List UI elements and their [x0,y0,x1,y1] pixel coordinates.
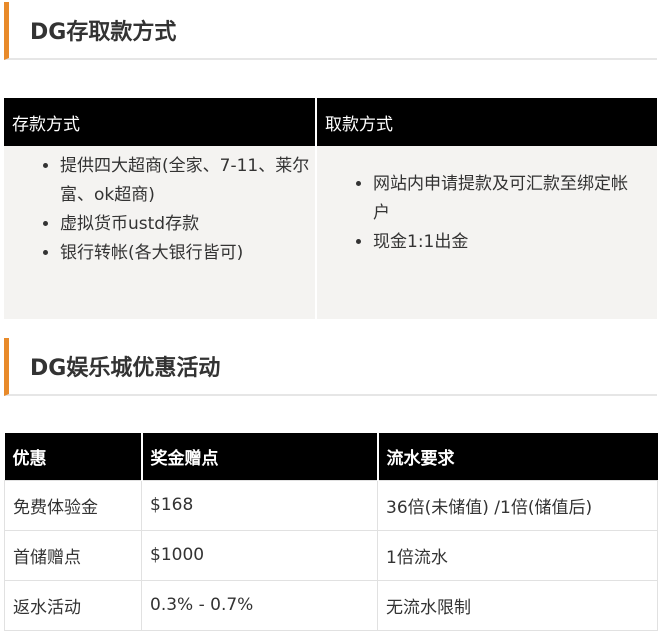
list-item: 提供四大超商(全家、7-11、莱尔富、ok超商) [60,152,310,210]
table-cell: 1倍流水 [377,529,658,581]
column-header-wagering: 流水要求 [377,433,658,480]
column-header-bonus: 奖金赠点 [141,433,379,480]
table-row: 免费体验金 $168 36倍(未储值) /1倍(储值后) [4,479,658,531]
table-cell: 首储赠点 [4,529,142,581]
list-item: 现金1:1出金 [373,228,639,257]
column-header-promo: 优惠 [4,433,143,480]
table-cell: 免费体验金 [4,479,142,531]
list-item: 虚拟货币ustd存款 [60,210,310,239]
table-cell: 无流水限制 [377,579,658,631]
withdraw-method-cell: 网站内申请提款及可汇款至绑定帐户 现金1:1出金 [317,146,657,319]
table-cell: 0.3% - 0.7% [141,579,378,631]
deposit-withdraw-table: 存款方式 取款方式 提供四大超商(全家、7-11、莱尔富、ok超商) 虚拟货币u… [4,98,657,319]
withdraw-method-list: 网站内申请提款及可汇款至绑定帐户 现金1:1出金 [317,170,639,257]
table-cell: $168 [141,479,378,531]
deposit-method-header: 存款方式 [4,98,315,146]
promo-section-heading: DG娱乐城优惠活动 [4,338,657,396]
table-row: 返水活动 0.3% - 0.7% 无流水限制 [4,579,658,631]
table-header-row: 优惠 奖金赠点 流水要求 [4,433,658,480]
deposit-section-heading: DG存取款方式 [4,2,657,60]
table-row: 首储赠点 $1000 1倍流水 [4,529,658,581]
table-cell: $1000 [141,529,378,581]
withdraw-method-header: 取款方式 [317,98,657,146]
list-item: 银行转帐(各大银行皆可) [60,239,310,268]
deposit-method-cell: 提供四大超商(全家、7-11、莱尔富、ok超商) 虚拟货币ustd存款 银行转帐… [4,146,315,319]
table-cell: 返水活动 [4,579,142,631]
list-item: 网站内申请提款及可汇款至绑定帐户 [373,170,639,228]
promo-table: 优惠 奖金赠点 流水要求 免费体验金 $168 36倍(未储值) /1倍(储值后… [4,433,658,631]
deposit-method-list: 提供四大超商(全家、7-11、莱尔富、ok超商) 虚拟货币ustd存款 银行转帐… [4,152,310,268]
table-cell: 36倍(未储值) /1倍(储值后) [377,479,658,531]
